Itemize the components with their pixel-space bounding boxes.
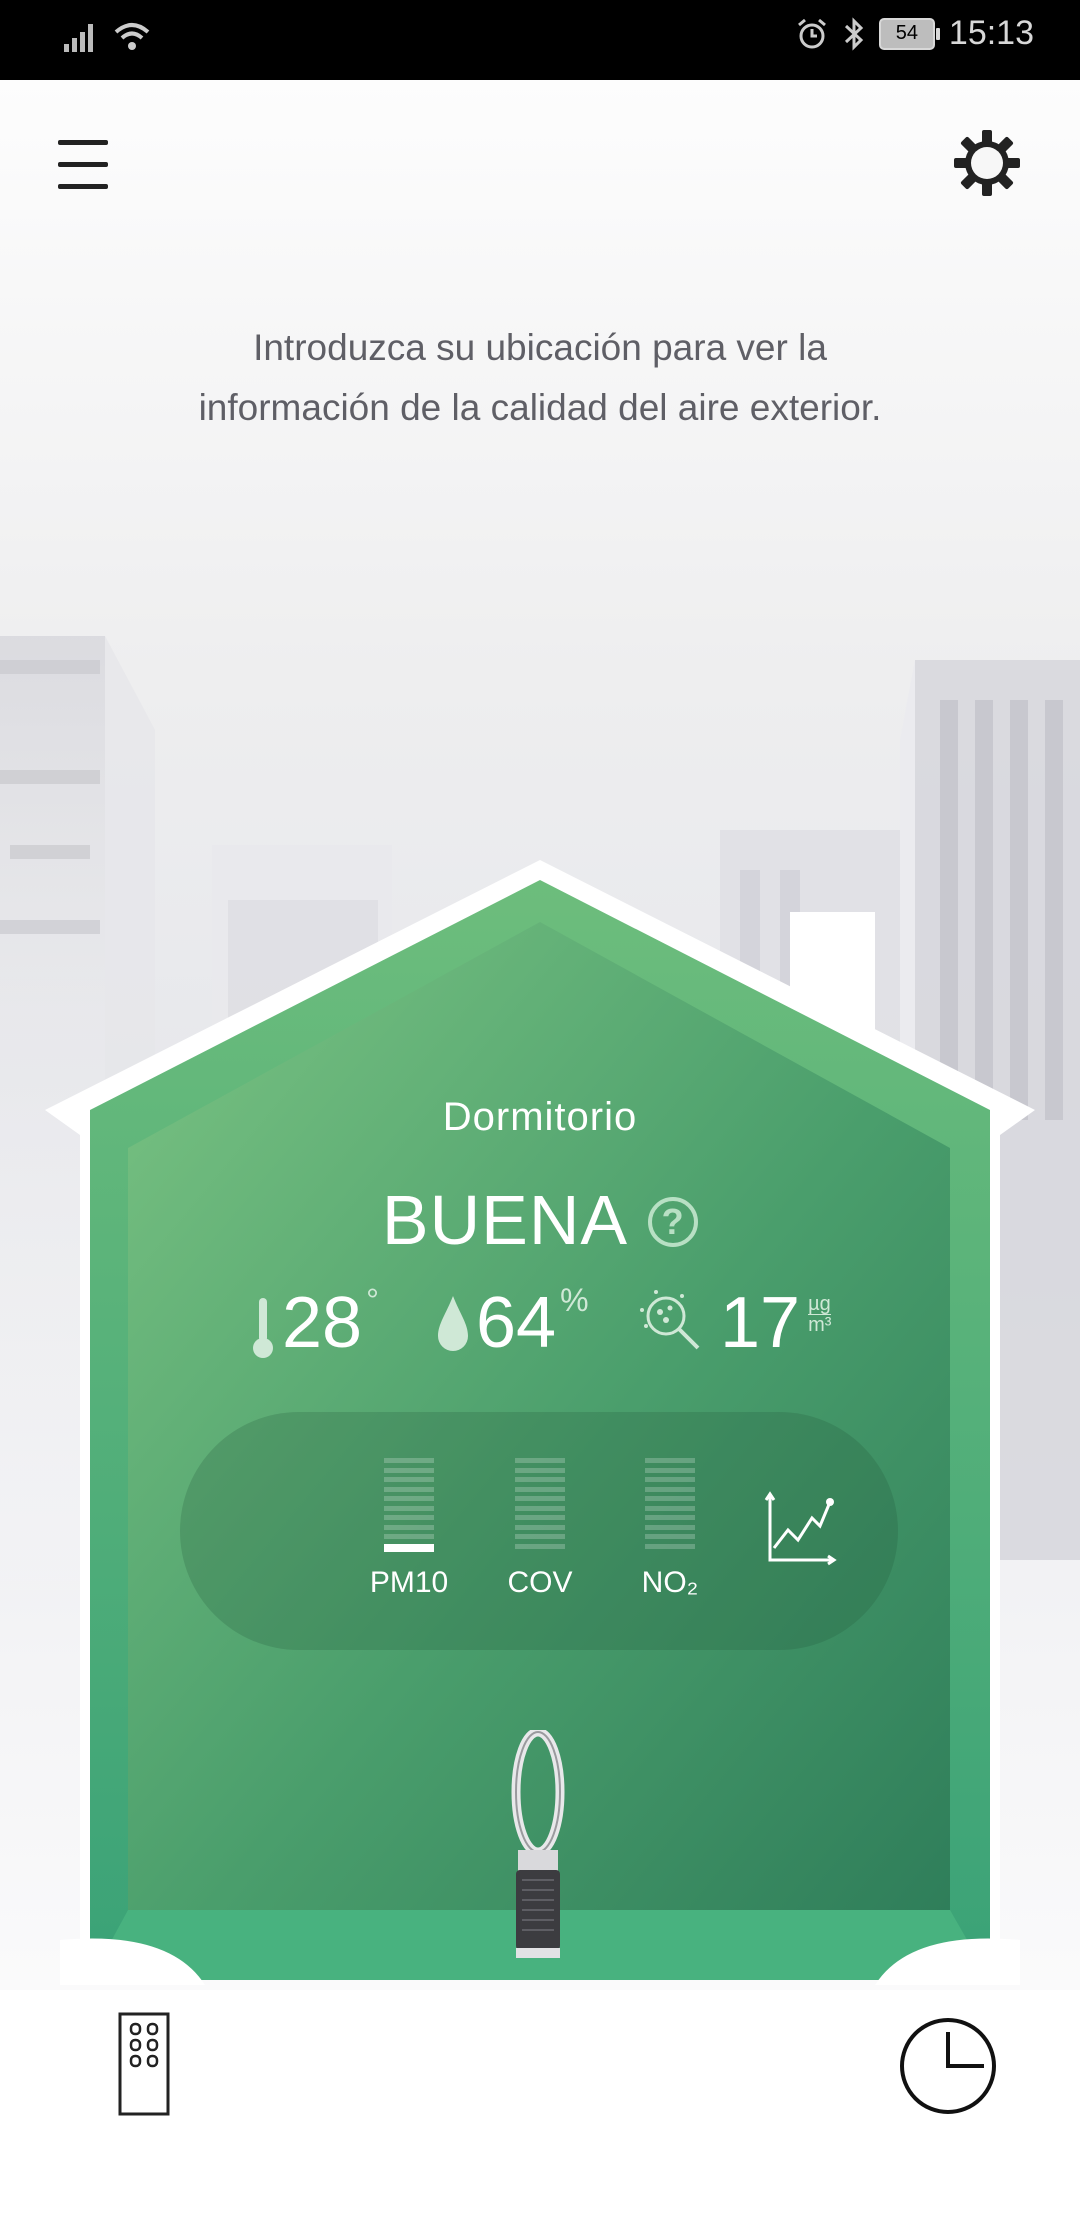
level-segment — [645, 1458, 695, 1463]
level-segment — [515, 1496, 565, 1501]
thermometer-icon — [253, 1298, 273, 1358]
level-segment — [515, 1486, 565, 1492]
level-segment — [645, 1496, 695, 1501]
clock-time: 15:13 — [948, 14, 1034, 52]
help-icon[interactable]: ? — [648, 1197, 699, 1247]
level-segment — [384, 1467, 434, 1473]
menu-icon-line — [58, 162, 108, 167]
clock-icon[interactable] — [898, 2016, 998, 2116]
line-chart-icon[interactable] — [762, 1490, 838, 1566]
room-name: Dormitorio — [442, 1095, 638, 1139]
particles-unit-bottom: m³ — [808, 1314, 832, 1336]
temperature-unit: ° — [366, 1282, 379, 1318]
air-quality-label: BUENA — [381, 1181, 629, 1259]
level-segment — [515, 1534, 565, 1539]
level-segment — [384, 1534, 434, 1539]
no2-level-bar — [645, 1458, 695, 1553]
level-segment — [515, 1515, 565, 1520]
level-segment — [645, 1486, 695, 1492]
particle-search-icon — [640, 1290, 700, 1350]
level-segment — [515, 1505, 565, 1511]
menu-icon — [58, 140, 108, 145]
level-segment — [645, 1467, 695, 1473]
level-segment — [515, 1543, 565, 1549]
level-segment — [384, 1515, 434, 1520]
level-segment — [515, 1477, 565, 1482]
level-segment — [515, 1467, 565, 1473]
status-bar: 54 15:13 — [0, 0, 1080, 80]
level-segment — [645, 1515, 695, 1520]
bluetooth-icon — [844, 16, 864, 51]
humidity-unit: % — [560, 1282, 589, 1318]
level-segment — [645, 1524, 695, 1530]
particles-unit: µg m³ — [808, 1293, 832, 1336]
level-segment — [384, 1486, 434, 1492]
level-segment — [645, 1534, 695, 1539]
no2-label: NO₂ — [641, 1566, 699, 1599]
level-segment — [645, 1477, 695, 1482]
air-purifier-device — [511, 1730, 565, 1958]
signal-wifi-indicators — [62, 18, 152, 54]
status-right: 54 15:13 — [795, 14, 1034, 53]
particles-value: 17 — [720, 1283, 801, 1363]
cov-label: COV — [507, 1566, 573, 1599]
humidity-reading: 64 % — [436, 1280, 589, 1366]
location-prompt-text: Introduzca su ubicación para ver la info… — [198, 327, 882, 428]
droplet-icon — [438, 1296, 468, 1351]
level-segment — [645, 1505, 695, 1511]
level-segment — [515, 1524, 565, 1530]
remote-control-icon[interactable] — [118, 2012, 170, 2116]
menu-icon-line — [58, 184, 108, 189]
air-quality-status: BUENA ? — [0, 1180, 1080, 1260]
level-segment — [384, 1496, 434, 1501]
level-segment — [384, 1458, 434, 1463]
humidity-value: 64 — [476, 1283, 557, 1363]
level-segment — [645, 1543, 695, 1549]
level-segment — [384, 1477, 434, 1482]
temperature-value: 28 — [282, 1283, 363, 1363]
menu-button[interactable] — [58, 140, 110, 190]
battery-indicator: 54 — [878, 17, 940, 50]
temperature-reading: 28 ° — [250, 1280, 379, 1366]
settings-gear-icon[interactable] — [952, 128, 1022, 198]
cov-level-bar — [515, 1458, 565, 1553]
level-segment — [515, 1458, 565, 1463]
level-segment — [384, 1505, 434, 1511]
level-segment — [384, 1524, 434, 1530]
signal-icon — [64, 24, 93, 52]
particles-reading: 17 µg m³ — [636, 1280, 832, 1366]
particles-unit-top: µg — [808, 1293, 832, 1315]
level-segment — [384, 1543, 434, 1552]
pm10-level-bar — [384, 1458, 434, 1553]
pm10-label: PM10 — [369, 1566, 449, 1599]
readings-row: 28 ° 64 % 17 µg m³ — [0, 1280, 1080, 1370]
wifi-icon — [114, 23, 150, 50]
alarm-icon — [797, 18, 826, 48]
